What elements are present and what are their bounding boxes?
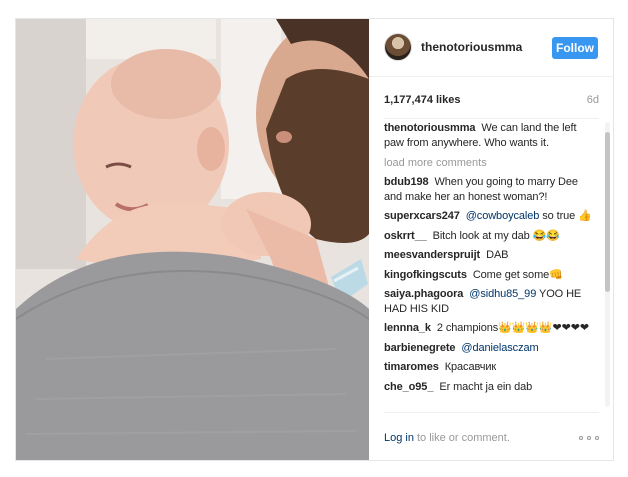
comment-text: Bitch look at my dab 😂😂 — [432, 229, 560, 242]
login-link[interactable]: Log in — [384, 432, 414, 444]
comments-scrollbar[interactable] — [605, 122, 610, 407]
comment-text: Красавчик — [444, 361, 497, 373]
post-meta: 1,177,474 likes 6d — [384, 77, 599, 119]
follow-button[interactable]: Follow — [552, 37, 598, 59]
comment-username[interactable]: lennna_k — [384, 322, 431, 334]
comment-item: kingofkingscuts Come get some👊 — [384, 268, 596, 283]
comment-item: saiya.phagoora @sidhu85_99 YOO HE HAD HI… — [384, 287, 596, 316]
more-options-icon[interactable] — [579, 435, 599, 441]
comment-mention[interactable]: @sidhu85_99 — [469, 288, 536, 300]
comment-username[interactable]: meesvanderspruijt — [384, 249, 480, 261]
comment-item: che_o95_ Er macht ja ein dab — [384, 380, 596, 395]
caption-username[interactable]: thenotoriousmma — [384, 122, 476, 134]
comment-username[interactable]: oskrrt__ — [384, 230, 427, 242]
post-header: thenotoriousmma Follow — [369, 19, 613, 77]
instagram-post: thenotoriousmma Follow 1,177,474 likes 6… — [15, 18, 614, 461]
comments-fade — [384, 397, 596, 409]
more-dot — [579, 436, 583, 440]
comment-text: 2 champions👑👑👑👑❤❤❤❤ — [436, 322, 589, 334]
comment-item: bdub198 When you going to marry Dee and … — [384, 175, 596, 204]
comment-text: DAB — [486, 249, 509, 261]
comment-text: Er macht ja ein dab — [439, 380, 533, 393]
photo-illustration — [16, 19, 369, 460]
comment-item: timaromes Красавчик — [384, 360, 596, 375]
more-dot — [595, 436, 599, 440]
comment-item: superxcars247 @cowboycaleb so true 👍 — [384, 209, 596, 224]
login-prompt-text: to like or comment. — [416, 432, 510, 444]
comment-text: Come get some👊 — [472, 268, 563, 281]
post-caption: thenotoriousmma We can land the left paw… — [384, 121, 596, 150]
login-prompt: Log in to like or comment. — [384, 432, 510, 444]
comment-username[interactable]: barbienegrete — [384, 342, 456, 354]
post-side-panel: thenotoriousmma Follow 1,177,474 likes 6… — [369, 19, 613, 460]
comments-scroll-content: thenotoriousmma We can land the left paw… — [384, 119, 596, 394]
comment-mention[interactable]: @danielasczam — [461, 342, 538, 354]
post-age[interactable]: 6d — [587, 94, 599, 106]
scrollbar-thumb[interactable] — [605, 132, 610, 292]
comment-item: lennna_k 2 champions👑👑👑👑❤❤❤❤ — [384, 321, 596, 336]
comment-item: barbienegrete @danielasczam — [384, 341, 596, 356]
comment-mention[interactable]: @cowboycaleb — [466, 210, 540, 222]
comment-username[interactable]: bdub198 — [384, 176, 429, 188]
comment-item: oskrrt__ Bitch look at my dab 😂😂 — [384, 229, 596, 244]
like-count[interactable]: 1,177,474 likes — [384, 94, 460, 106]
post-footer: Log in to like or comment. — [384, 412, 599, 459]
comments-list[interactable]: thenotoriousmma We can land the left paw… — [384, 119, 596, 409]
author-username[interactable]: thenotoriousmma — [421, 40, 522, 54]
comment-username[interactable]: superxcars247 — [384, 210, 460, 222]
avatar[interactable] — [384, 33, 412, 61]
load-more-comments-link[interactable]: load more comments — [384, 157, 596, 169]
post-photo[interactable] — [16, 19, 369, 460]
more-dot — [587, 436, 591, 440]
comment-text: so true 👍 — [542, 210, 592, 222]
comment-username[interactable]: saiya.phagoora — [384, 288, 463, 300]
comment-username[interactable]: che_o95_ — [384, 381, 433, 393]
comment-item: meesvanderspruijt DAB — [384, 248, 596, 263]
comment-username[interactable]: timaromes — [384, 361, 439, 373]
comment-username[interactable]: kingofkingscuts — [384, 269, 467, 281]
